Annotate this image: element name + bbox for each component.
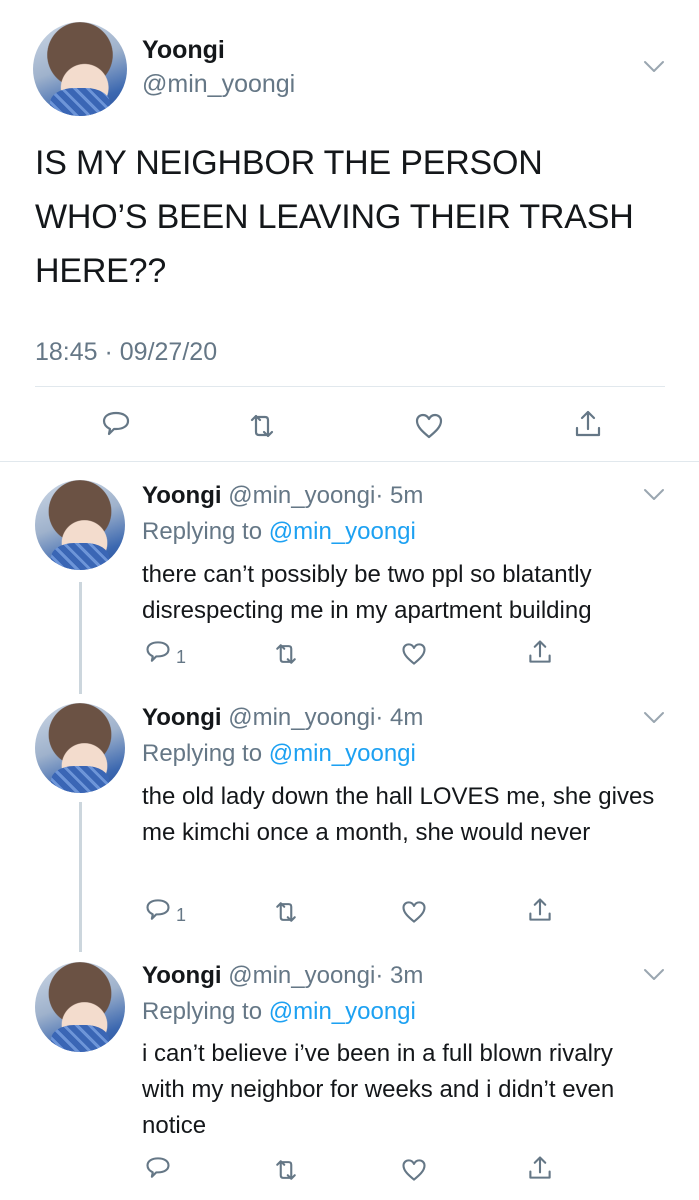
replying-to-prefix: Replying to — [142, 740, 269, 767]
thread-connector-line — [79, 582, 82, 694]
reply-count: 1 — [176, 647, 187, 667]
reply-author-name[interactable]: Yoongi — [142, 704, 222, 731]
like-icon[interactable] — [400, 1156, 428, 1184]
reply-author-handle[interactable]: @min_yoongi — [228, 704, 375, 731]
reply-time[interactable]: · 4m — [375, 704, 423, 731]
chevron-down-icon[interactable] — [643, 488, 665, 502]
reply-count: 1 — [176, 905, 187, 925]
replying-to-link[interactable]: @min_yoongi — [269, 740, 416, 767]
main-tweet-line: IS MY NEIGHBOR THE PERSON — [35, 144, 543, 182]
retweet-icon[interactable] — [272, 1156, 300, 1184]
reply-author-name[interactable]: Yoongi — [142, 962, 222, 989]
thread-connector-line — [79, 802, 82, 952]
replying-to-prefix: Replying to — [142, 518, 269, 545]
reply-icon[interactable] — [144, 638, 172, 666]
share-icon[interactable] — [526, 1154, 554, 1182]
main-tweet-line: HERE?? — [35, 252, 167, 290]
like-icon[interactable] — [400, 898, 428, 926]
reply-avatar[interactable] — [35, 480, 125, 570]
chevron-down-icon[interactable] — [643, 711, 665, 725]
reply-author-handle[interactable]: @min_yoongi — [228, 962, 375, 989]
reply-time[interactable]: · 5m — [375, 482, 423, 509]
retweet-icon[interactable] — [272, 640, 300, 668]
share-icon[interactable] — [526, 896, 554, 924]
main-author-handle[interactable]: @min_yoongi — [142, 70, 295, 99]
reply-icon[interactable] — [144, 896, 172, 924]
reply-time[interactable]: · 3m — [375, 962, 423, 989]
reply-text: the old lady down the hall LOVES me, she… — [142, 783, 655, 846]
main-timestamp[interactable]: 18:45 · 09/27/20 — [35, 338, 217, 367]
divider — [35, 386, 665, 387]
reply-header: Yoongi @min_yoongi· 4m — [142, 704, 423, 732]
retweet-icon[interactable] — [246, 410, 278, 442]
chevron-down-icon[interactable] — [643, 968, 665, 982]
reply-icon[interactable] — [100, 408, 132, 440]
reply-header: Yoongi @min_yoongi· 3m — [142, 962, 423, 990]
main-tweet-text: IS MY NEIGHBOR THE PERSON WHO’S BEEN LEA… — [35, 136, 675, 298]
replying-to-link[interactable]: @min_yoongi — [269, 998, 416, 1025]
reply-text: i can’t believe i’ve been in a full blow… — [142, 1040, 615, 1139]
main-tweet-line: WHO’S BEEN LEAVING THEIR TRASH — [35, 198, 634, 236]
replying-to-prefix: Replying to — [142, 998, 269, 1025]
chevron-down-icon[interactable] — [643, 60, 665, 74]
reply-author-name[interactable]: Yoongi — [142, 482, 222, 509]
replying-to: Replying to @min_yoongi — [142, 518, 416, 546]
share-icon[interactable] — [526, 638, 554, 666]
replying-to: Replying to @min_yoongi — [142, 998, 416, 1026]
main-avatar[interactable] — [33, 22, 127, 116]
main-author-name[interactable]: Yoongi — [142, 36, 225, 65]
retweet-icon[interactable] — [272, 898, 300, 926]
reply-icon[interactable] — [144, 1154, 172, 1182]
like-icon[interactable] — [413, 410, 445, 442]
reply-text: there can’t possibly be two ppl so blata… — [142, 561, 592, 624]
replying-to: Replying to @min_yoongi — [142, 740, 416, 768]
reply-author-handle[interactable]: @min_yoongi — [228, 482, 375, 509]
section-divider — [0, 461, 699, 462]
reply-avatar[interactable] — [35, 703, 125, 793]
replying-to-link[interactable]: @min_yoongi — [269, 518, 416, 545]
like-icon[interactable] — [400, 640, 428, 668]
reply-header: Yoongi @min_yoongi· 5m — [142, 482, 423, 510]
share-icon[interactable] — [572, 408, 604, 440]
reply-avatar[interactable] — [35, 962, 125, 1052]
